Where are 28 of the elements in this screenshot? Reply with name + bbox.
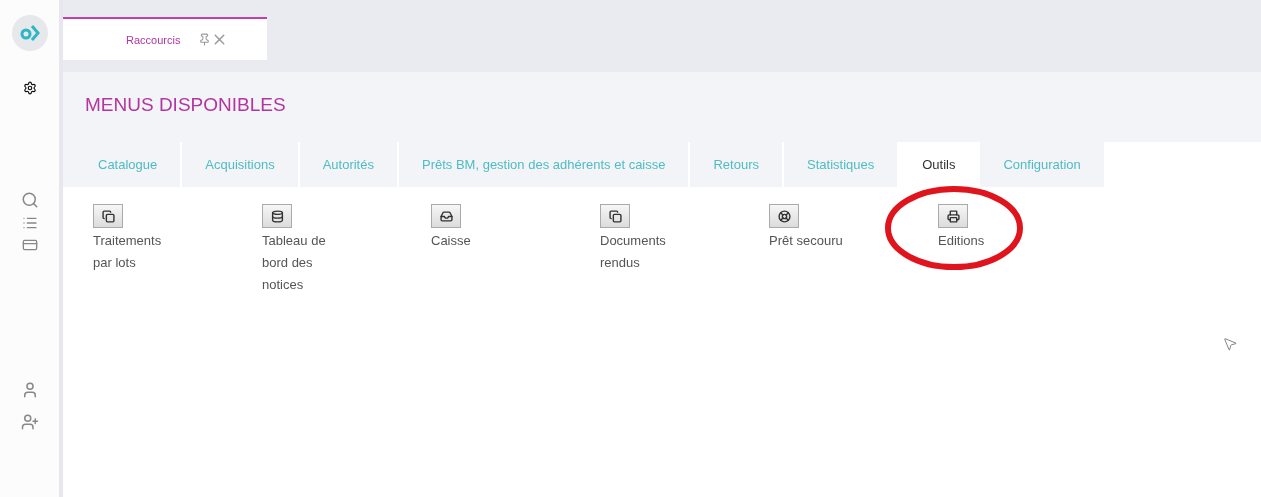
settings-icon[interactable]	[22, 81, 37, 95]
list-icon[interactable]	[21, 215, 38, 231]
logo-icon[interactable]	[11, 15, 48, 51]
shortcut-label[interactable]: Editions	[938, 230, 1028, 252]
printer-icon	[946, 209, 960, 223]
copy-icon	[608, 209, 622, 223]
copy-button[interactable]	[93, 204, 123, 228]
shortcut-label[interactable]: Caisse	[431, 230, 521, 252]
shortcut-label[interactable]: Prêt secouru	[769, 230, 859, 252]
document-tab[interactable]: Raccourcis	[63, 17, 267, 60]
printer-button[interactable]	[938, 204, 968, 228]
mouse-pointer-icon	[1222, 336, 1238, 352]
pin-icon[interactable]	[198, 33, 212, 46]
shortcut-label[interactable]: Traitements par lots	[93, 230, 183, 274]
shortcut-label[interactable]: Tableau de bord des notices	[262, 230, 352, 296]
database-button[interactable]	[262, 204, 292, 228]
card-icon[interactable]	[21, 237, 38, 253]
shortcut-label[interactable]: Documents rendus	[600, 230, 690, 274]
copy-icon	[101, 209, 115, 223]
inbox-button[interactable]	[431, 204, 461, 228]
panel-title: MENUS DISPONIBLES	[84, 93, 287, 117]
copy-button[interactable]	[600, 204, 630, 228]
search-icon[interactable]	[20, 191, 39, 209]
inbox-icon	[439, 209, 453, 223]
lifebuoy-icon	[777, 209, 791, 223]
database-icon	[270, 209, 284, 223]
user-add-icon[interactable]	[20, 413, 39, 431]
lifebuoy-button[interactable]	[769, 204, 799, 228]
